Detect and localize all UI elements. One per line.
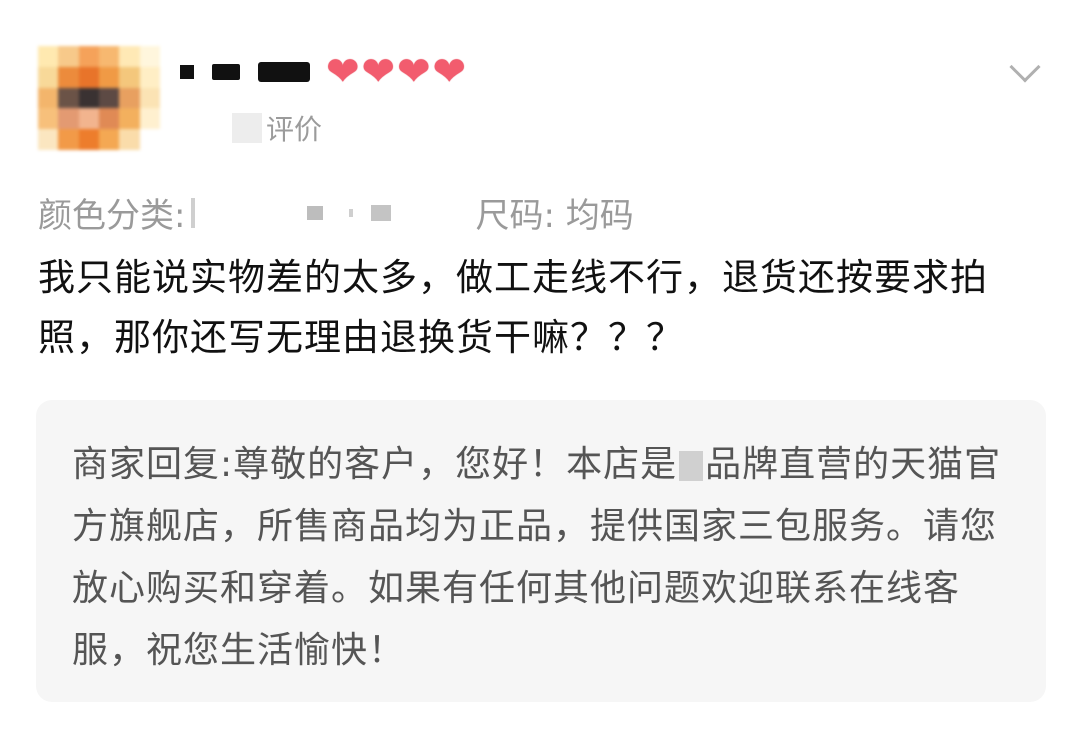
product-spec: 颜色分类: 尺码: 均码 xyxy=(38,188,634,237)
heart-icon: ❤ xyxy=(361,49,396,95)
heart-icon: ❤ xyxy=(432,49,467,95)
review-meta: 评价 xyxy=(232,108,322,148)
review-meta-label: 评价 xyxy=(266,113,323,146)
spec-color-label: 颜色分类: xyxy=(38,196,186,236)
spec-size: 尺码: 均码 xyxy=(475,196,634,236)
redacted-meta xyxy=(232,113,262,143)
chevron-down-icon[interactable] xyxy=(1009,51,1041,83)
merchant-reply-text: 商家回复:尊敬的客户，您好！本店是 品牌直营的天猫官方旗舰店，所售商品均为正品，提… xyxy=(72,434,1012,682)
reviewer-level-hearts: ❤ ❤ ❤ ❤ xyxy=(326,52,466,92)
redacted-color-value xyxy=(185,197,455,228)
redacted-brand xyxy=(679,451,704,481)
merchant-reply: 商家回复:尊敬的客户，您好！本店是 品牌直营的天猫官方旗舰店，所售商品均为正品，提… xyxy=(36,400,1046,702)
heart-icon: ❤ xyxy=(326,49,360,95)
reply-text-before: 商家回复:尊敬的客户，您好！本店是 xyxy=(72,444,678,485)
review-text: 我只能说实物差的太多，做工走线不行，退货还按要求拍照，那你还写无理由退换货干嘛？… xyxy=(38,256,988,359)
heart-icon: ❤ xyxy=(397,49,431,95)
reviewer-name-row: ❤ ❤ ❤ ❤ xyxy=(180,50,466,94)
redacted-username xyxy=(180,62,310,82)
avatar[interactable] xyxy=(38,46,160,150)
